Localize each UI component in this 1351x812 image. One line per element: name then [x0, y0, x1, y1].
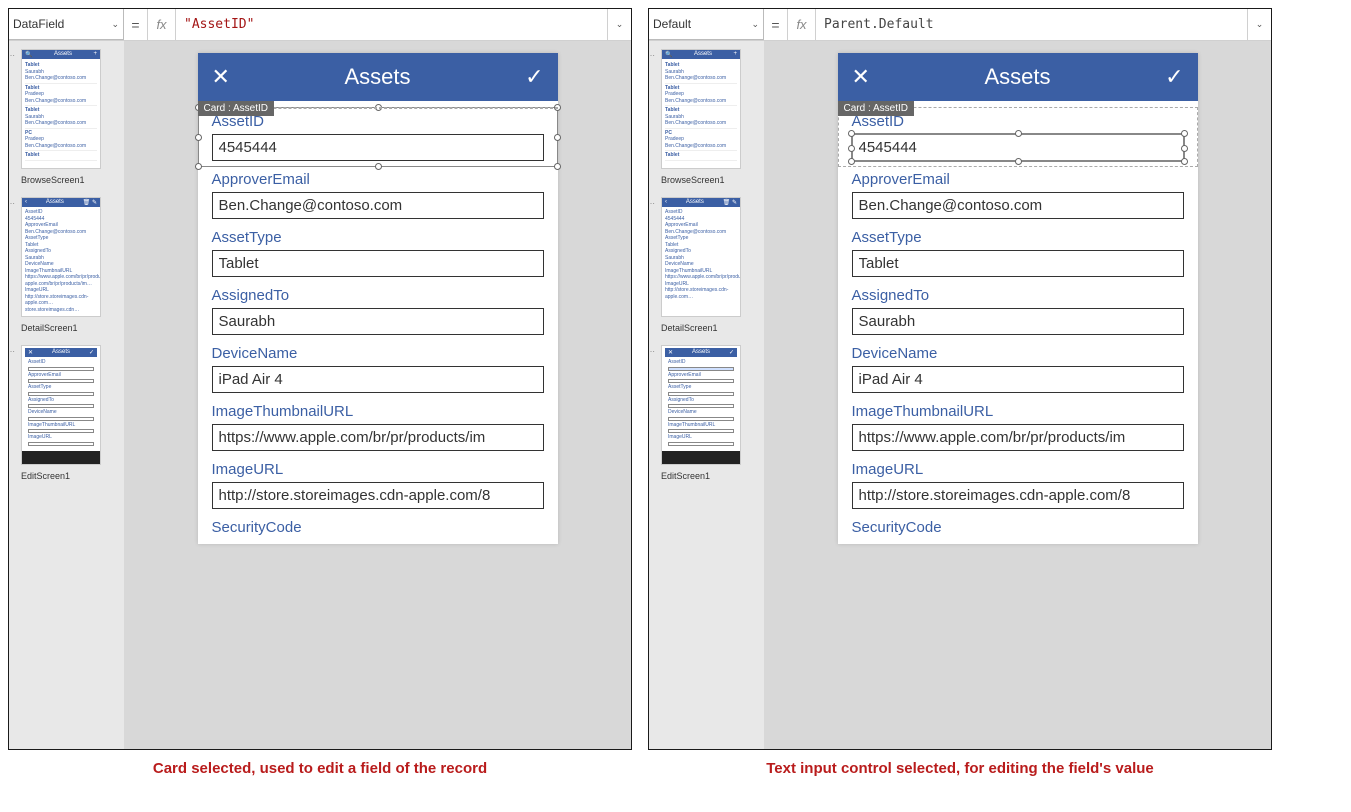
- field-input-assignedto[interactable]: [852, 308, 1184, 335]
- field-input-assignedto[interactable]: [212, 308, 544, 335]
- edit-form: AssetID ApproverEmail: [838, 101, 1198, 544]
- field-label: ImageThumbnailURL: [852, 403, 1184, 420]
- screens-nav: ⋯ 🔍Assets+ TabletSaurabhBen.Change@conto…: [9, 41, 124, 749]
- accept-icon[interactable]: ✓: [1165, 66, 1183, 88]
- card-assignedto[interactable]: AssignedTo: [212, 287, 544, 335]
- thumb-browse-screen[interactable]: 🔍Assets+ TabletSaurabhBen.Change@contoso…: [21, 49, 101, 169]
- selection-tag: Card : AssetID: [198, 101, 274, 116]
- card-assettype[interactable]: AssetType: [852, 229, 1184, 277]
- card-securitycode[interactable]: SecurityCode: [212, 519, 544, 536]
- card-assetid[interactable]: AssetID: [212, 113, 544, 161]
- field-input-assettype[interactable]: [852, 250, 1184, 277]
- fx-icon[interactable]: fx: [788, 9, 816, 40]
- field-input-devicename[interactable]: [212, 366, 544, 393]
- thumb-label-edit: EditScreen1: [21, 471, 118, 481]
- app-title: Assets: [230, 64, 525, 90]
- field-label: ApproverEmail: [212, 171, 544, 188]
- property-name: DataField: [13, 17, 64, 31]
- field-label: AssignedTo: [212, 287, 544, 304]
- field-label: SecurityCode: [212, 519, 544, 536]
- panel-input-selected: Default ⌄ = fx Parent.Default ⌄ ⋯ 🔍Asset…: [648, 8, 1272, 750]
- phone-preview: ✕ Assets ✓ Card : AssetID AssetID: [838, 53, 1198, 544]
- field-label: DeviceName: [852, 345, 1184, 362]
- app-header: ✕ Assets ✓: [838, 53, 1198, 101]
- field-label: ImageURL: [212, 461, 544, 478]
- app-title: Assets: [870, 64, 1165, 90]
- card-assettype[interactable]: AssetType: [212, 229, 544, 277]
- thumb-browse-screen[interactable]: 🔍Assets+ TabletSaurabhBen.Change@contoso…: [661, 49, 741, 169]
- thumb-label-detail: DetailScreen1: [661, 323, 758, 333]
- canvas[interactable]: ✕ Assets ✓ Card : AssetID AssetID: [124, 41, 631, 749]
- card-approveremail[interactable]: ApproverEmail: [212, 171, 544, 219]
- property-dropdown[interactable]: DataField ⌄: [9, 9, 124, 40]
- field-input-approveremail[interactable]: [212, 192, 544, 219]
- field-label: ImageURL: [852, 461, 1184, 478]
- fx-icon[interactable]: fx: [148, 9, 176, 40]
- app-header: ✕ Assets ✓: [198, 53, 558, 101]
- formula-expand-chevron[interactable]: ⌄: [607, 9, 631, 40]
- card-approveremail[interactable]: ApproverEmail: [852, 171, 1184, 219]
- thumb-label-browse: BrowseScreen1: [21, 175, 118, 185]
- field-input-imageurl[interactable]: [852, 482, 1184, 509]
- card-imageurl[interactable]: ImageURL: [212, 461, 544, 509]
- property-dropdown[interactable]: Default ⌄: [649, 9, 764, 40]
- thumb-label-browse: BrowseScreen1: [661, 175, 758, 185]
- card-imagethumb[interactable]: ImageThumbnailURL: [852, 403, 1184, 451]
- field-input-assettype[interactable]: [212, 250, 544, 277]
- cancel-icon[interactable]: ✕: [852, 66, 870, 88]
- formula-bar: DataField ⌄ = fx "AssetID" ⌄: [9, 9, 631, 41]
- field-label: SecurityCode: [852, 519, 1184, 536]
- equals-sign: =: [764, 9, 788, 40]
- field-input-assetid[interactable]: [852, 134, 1184, 161]
- card-assignedto[interactable]: AssignedTo: [852, 287, 1184, 335]
- selection-tag: Card : AssetID: [838, 101, 914, 116]
- card-devicename[interactable]: DeviceName: [852, 345, 1184, 393]
- field-input-imagethumb[interactable]: [212, 424, 544, 451]
- card-imageurl[interactable]: ImageURL: [852, 461, 1184, 509]
- thumb-label-edit: EditScreen1: [661, 471, 758, 481]
- thumb-detail-screen[interactable]: ‹Assets🗑 ✎ AssetID4545444 ApproverEmailB…: [661, 197, 741, 317]
- panel-card-selected: DataField ⌄ = fx "AssetID" ⌄ ⋯ 🔍Assets+ …: [8, 8, 632, 750]
- caption-right: Text input control selected, for editing…: [648, 760, 1272, 777]
- card-assetid[interactable]: AssetID: [852, 113, 1184, 161]
- field-label: AssetType: [852, 229, 1184, 246]
- field-input-approveremail[interactable]: [852, 192, 1184, 219]
- field-label: ApproverEmail: [852, 171, 1184, 188]
- thumb-detail-screen[interactable]: ‹Assets🗑 ✎ AssetID4545444 ApproverEmailB…: [21, 197, 101, 317]
- screens-nav: ⋯ 🔍Assets+ TabletSaurabhBen.Change@conto…: [649, 41, 764, 749]
- field-label: ImageThumbnailURL: [212, 403, 544, 420]
- cancel-icon[interactable]: ✕: [212, 66, 230, 88]
- card-imagethumb[interactable]: ImageThumbnailURL: [212, 403, 544, 451]
- field-label: DeviceName: [212, 345, 544, 362]
- field-input-assetid[interactable]: [212, 134, 544, 161]
- chevron-down-icon: ⌄: [111, 19, 119, 30]
- field-label: AssetType: [212, 229, 544, 246]
- thumb-label-detail: DetailScreen1: [21, 323, 118, 333]
- formula-expand-chevron[interactable]: ⌄: [1247, 9, 1271, 40]
- canvas[interactable]: ✕ Assets ✓ Card : AssetID AssetID: [764, 41, 1271, 749]
- thumb-edit-screen[interactable]: ✕Assets✓ AssetID ApproverEmail AssetType…: [21, 345, 101, 465]
- thumb-edit-screen[interactable]: ✕Assets✓ AssetID ApproverEmail AssetType…: [661, 345, 741, 465]
- card-securitycode[interactable]: SecurityCode: [852, 519, 1184, 536]
- formula-input[interactable]: "AssetID": [176, 17, 607, 32]
- formula-bar: Default ⌄ = fx Parent.Default ⌄: [649, 9, 1271, 41]
- field-label: AssignedTo: [852, 287, 1184, 304]
- field-input-imagethumb[interactable]: [852, 424, 1184, 451]
- equals-sign: =: [124, 9, 148, 40]
- accept-icon[interactable]: ✓: [525, 66, 543, 88]
- field-input-devicename[interactable]: [852, 366, 1184, 393]
- property-name: Default: [653, 17, 691, 31]
- edit-form: AssetID ApproverEmail: [198, 101, 558, 544]
- chevron-down-icon: ⌄: [751, 19, 759, 30]
- formula-input[interactable]: Parent.Default: [816, 17, 1247, 32]
- phone-preview: ✕ Assets ✓ Card : AssetID AssetID: [198, 53, 558, 544]
- caption-left: Card selected, used to edit a field of t…: [8, 760, 632, 777]
- card-devicename[interactable]: DeviceName: [212, 345, 544, 393]
- field-input-imageurl[interactable]: [212, 482, 544, 509]
